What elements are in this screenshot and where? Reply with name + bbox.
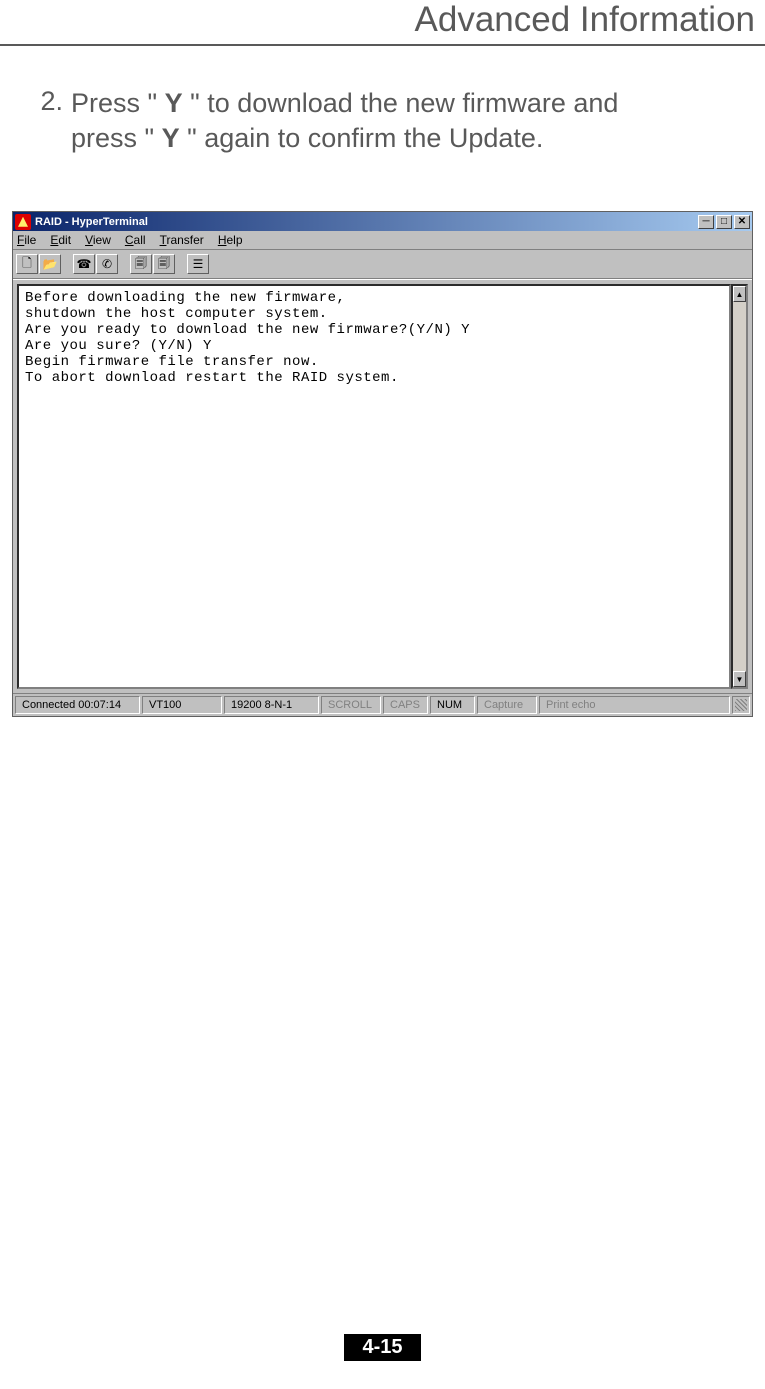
hyperterminal-window: RAID - HyperTerminal ─ □ ✕ File Edit Vie… (12, 211, 753, 717)
window-title: RAID - HyperTerminal (35, 216, 698, 228)
send-icon[interactable]: 🗐 (130, 254, 152, 274)
statusbar: Connected 00:07:14 VT100 19200 8-N-1 SCR… (13, 693, 752, 716)
menu-help[interactable]: Help (218, 233, 243, 247)
menu-edit[interactable]: Edit (50, 233, 71, 247)
instruction-key: Y (165, 88, 183, 118)
instruction-number: 2. (35, 86, 71, 156)
phone-connect-icon[interactable]: ☎ (73, 254, 95, 274)
instruction-part: Press " (71, 88, 165, 118)
scroll-up-icon[interactable]: ▲ (733, 286, 746, 302)
phone-hangup-icon[interactable]: ✆ (96, 254, 118, 274)
scroll-down-icon[interactable]: ▼ (733, 671, 746, 687)
status-scroll: SCROLL (321, 696, 381, 714)
open-icon[interactable]: 📂 (39, 254, 61, 274)
status-printecho: Print echo (539, 696, 730, 714)
minimize-button[interactable]: ─ (698, 215, 714, 229)
menu-label: elp (226, 233, 242, 247)
new-file-icon[interactable]: 🗋 (16, 254, 38, 274)
status-connected: Connected 00:07:14 (15, 696, 140, 714)
instruction-text: Press " Y " to download the new firmware… (71, 86, 735, 156)
page-number-wrap: 4-15 (0, 1334, 765, 1361)
vertical-scrollbar[interactable]: ▲ ▼ (731, 284, 748, 689)
screenshot: RAID - HyperTerminal ─ □ ✕ File Edit Vie… (12, 211, 753, 717)
scroll-track[interactable] (733, 302, 746, 671)
properties-icon[interactable]: ☰ (187, 254, 209, 274)
instruction-step-2: 2. Press " Y " to download the new firmw… (0, 86, 765, 156)
menu-call[interactable]: Call (125, 233, 146, 247)
app-icon (15, 214, 31, 230)
status-caps: CAPS (383, 696, 428, 714)
menu-label: ile (24, 233, 36, 247)
instruction-part: press " (71, 123, 162, 153)
close-button[interactable]: ✕ (734, 215, 750, 229)
menu-label: iew (93, 233, 111, 247)
instruction-part: " to download the new firmware and (183, 88, 619, 118)
instruction-part: " again to confirm the Update. (180, 123, 544, 153)
menu-label: all (134, 233, 146, 247)
status-capture: Capture (477, 696, 537, 714)
menu-label: ransfer (166, 233, 203, 247)
terminal-wrap: Before downloading the new firmware, shu… (13, 279, 752, 693)
toolbar: 🗋 📂 ☎ ✆ 🗐 🗐 ☰ (13, 249, 752, 279)
menu-label: dit (58, 233, 71, 247)
menubar: File Edit View Call Transfer Help (13, 231, 752, 249)
status-num: NUM (430, 696, 475, 714)
menu-file[interactable]: File (17, 233, 36, 247)
status-terminal: VT100 (142, 696, 222, 714)
terminal-output[interactable]: Before downloading the new firmware, shu… (17, 284, 731, 689)
resize-grip-icon[interactable] (732, 696, 750, 714)
window-controls: ─ □ ✕ (698, 215, 752, 229)
header-divider (0, 44, 765, 46)
menu-view[interactable]: View (85, 233, 111, 247)
instruction-key: Y (162, 123, 180, 153)
maximize-button[interactable]: □ (716, 215, 732, 229)
receive-icon[interactable]: 🗐 (153, 254, 175, 274)
status-serial: 19200 8-N-1 (224, 696, 319, 714)
window-titlebar[interactable]: RAID - HyperTerminal ─ □ ✕ (13, 212, 752, 231)
page-number: 4-15 (344, 1334, 420, 1361)
menu-transfer[interactable]: Transfer (160, 233, 204, 247)
page-header-title: Advanced Information (0, 0, 765, 44)
